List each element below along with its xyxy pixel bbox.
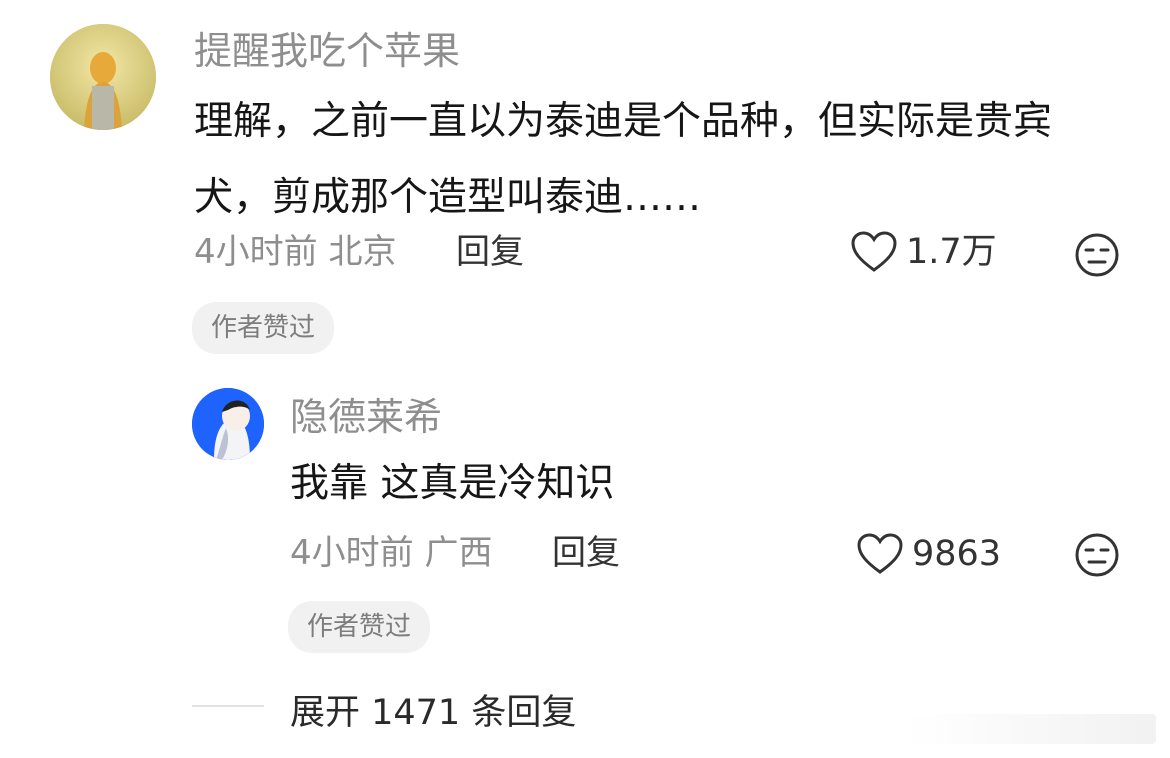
comment-text: 理解，之前一直以为泰迪是个品种，但实际是贵宾 犬，剪成那个造型叫泰迪……	[194, 84, 1144, 236]
comment-author[interactable]: 提醒我吃个苹果	[194, 28, 460, 74]
expand-replies-button[interactable]: 展开 1471 条回复	[290, 684, 576, 735]
comment-text-line-2: 犬，剪成那个造型叫泰迪……	[194, 175, 702, 220]
reply-like-count: 9863	[912, 534, 1002, 574]
watermark	[906, 714, 1156, 744]
neutral-face-icon	[1075, 533, 1119, 577]
comment-dislike-button[interactable]	[1074, 232, 1120, 282]
heart-outline-icon	[857, 533, 903, 574]
author-liked-badge: 作者赞过	[288, 601, 431, 653]
avatar-image	[192, 388, 264, 460]
reply-dislike-button[interactable]	[1074, 532, 1120, 582]
reply-like-button[interactable]: 9863	[856, 532, 1001, 576]
reply-text: 我靠 这真是冷知识	[290, 461, 615, 506]
avatar-image	[50, 24, 156, 130]
heart-outline-icon	[851, 231, 897, 272]
reply-author[interactable]: 隐德莱希	[290, 394, 442, 440]
comment-time-location: 4小时前 北京	[194, 232, 397, 272]
reply-time-location: 4小时前 广西	[290, 533, 493, 573]
divider	[192, 705, 264, 707]
reply-avatar[interactable]	[192, 388, 264, 460]
author-liked-badge: 作者赞过	[192, 302, 335, 354]
comment-like-button[interactable]: 1.7万	[850, 230, 997, 274]
reply-reply-button[interactable]: 回复	[552, 533, 620, 573]
comment-like-count: 1.7万	[906, 232, 997, 272]
avatar[interactable]	[50, 24, 156, 130]
comment-text-line-1: 理解，之前一直以为泰迪是个品种，但实际是贵宾	[194, 99, 1053, 144]
neutral-face-icon	[1075, 233, 1119, 277]
comment-reply-button[interactable]: 回复	[456, 232, 524, 272]
